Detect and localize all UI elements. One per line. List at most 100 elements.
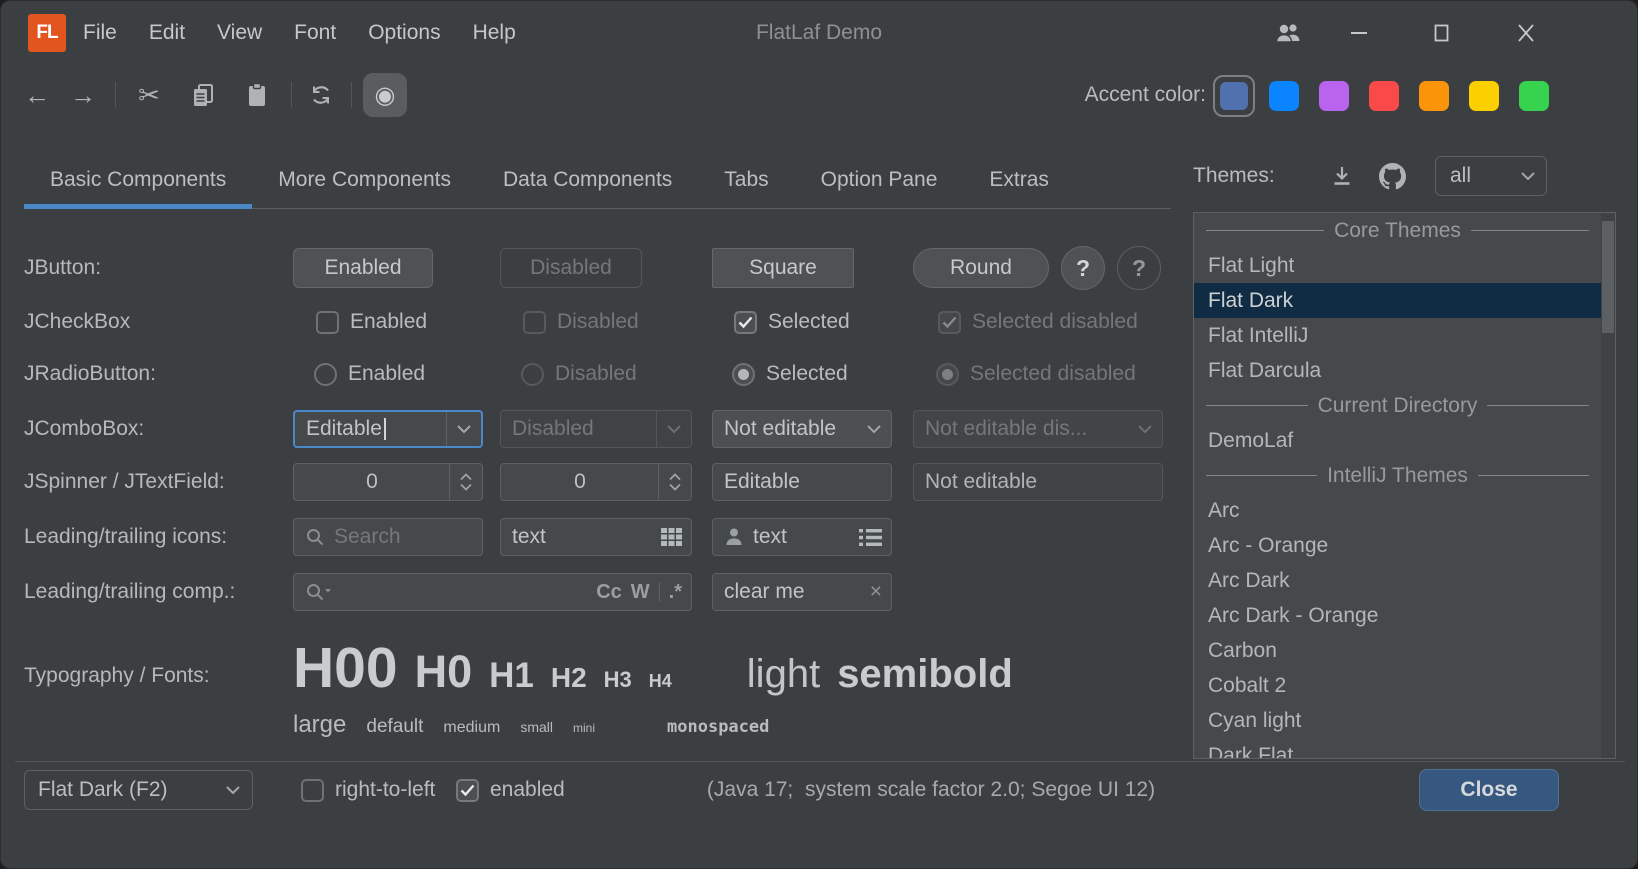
text-field-person-icon[interactable]: text — [712, 518, 892, 556]
spinner-arrows[interactable] — [658, 464, 691, 500]
menu-font[interactable]: Font — [278, 1, 352, 65]
regex-button[interactable]: .* — [669, 581, 682, 604]
radio-label: Enabled — [348, 362, 425, 386]
radio-enabled[interactable]: Enabled — [314, 356, 425, 392]
theme-item[interactable]: Arc - Orange — [1194, 528, 1601, 563]
search-field-with-options[interactable]: Cc W .* — [293, 573, 692, 611]
theme-item[interactable]: Flat Darcula — [1194, 353, 1601, 388]
forward-button[interactable]: → — [61, 71, 105, 119]
spinner-arrows[interactable] — [449, 464, 482, 500]
chevron-down-icon[interactable] — [857, 411, 891, 447]
theme-item[interactable]: Carbon — [1194, 633, 1601, 668]
theme-item[interactable]: Dark Flat — [1194, 738, 1601, 759]
accent-swatch-yellow[interactable] — [1469, 81, 1499, 111]
match-case-button[interactable]: Cc — [596, 581, 622, 604]
text-field-table-icon[interactable]: text — [500, 518, 692, 556]
accent-color-label: Accent color: — [1041, 71, 1206, 119]
theme-item[interactable]: Flat IntelliJ — [1194, 318, 1601, 353]
clear-icon[interactable]: × — [870, 580, 891, 604]
theme-item[interactable]: Flat Light — [1194, 248, 1601, 283]
app-window: FL File Edit View Font Options Help Flat… — [0, 0, 1638, 869]
light-weight-sample: light — [747, 652, 820, 697]
round-button[interactable]: Round — [913, 248, 1049, 288]
accent-swatch-orange[interactable] — [1419, 81, 1449, 111]
themes-list: Core Themes Flat Light Flat Dark Flat In… — [1193, 212, 1616, 759]
spinner-field-1[interactable]: 0 — [293, 463, 483, 501]
theme-item[interactable]: DemoLaf — [1194, 423, 1601, 458]
minimize-button[interactable] — [1341, 15, 1377, 51]
close-button[interactable]: Close — [1419, 769, 1559, 811]
theme-item[interactable]: Arc — [1194, 493, 1601, 528]
tab-basic-components[interactable]: Basic Components — [24, 151, 252, 208]
textfield-value: clear me — [724, 580, 805, 604]
large-sample: large — [293, 711, 346, 739]
h2-sample: H2 — [551, 662, 587, 694]
menu-edit[interactable]: Edit — [133, 1, 201, 65]
scrollbar-thumb[interactable] — [1602, 221, 1614, 333]
search-field[interactable]: Search — [293, 518, 483, 556]
tab-data-components[interactable]: Data Components — [477, 151, 698, 208]
textfield-not-editable: Not editable — [913, 463, 1163, 501]
checkbox-enabled[interactable]: Enabled — [316, 304, 427, 340]
enabled-checkbox[interactable]: enabled — [456, 772, 565, 808]
themes-scrollbar[interactable] — [1601, 213, 1615, 758]
close-window-button[interactable] — [1508, 15, 1544, 51]
menu-file[interactable]: File — [67, 1, 133, 65]
accent-swatch-green[interactable] — [1519, 81, 1549, 111]
tab-tabs[interactable]: Tabs — [698, 151, 794, 208]
spinner-field-2[interactable]: 0 — [500, 463, 692, 501]
menu-view[interactable]: View — [201, 1, 278, 65]
textfield-editable[interactable]: Editable — [712, 463, 892, 501]
clearable-field[interactable]: clear me × — [712, 573, 892, 611]
whole-word-button[interactable]: W — [631, 581, 650, 604]
tab-extras[interactable]: Extras — [963, 151, 1075, 208]
chevron-down-icon — [225, 784, 241, 796]
combobox-not-editable[interactable]: Not editable — [712, 410, 892, 448]
accent-swatch-purple[interactable] — [1319, 81, 1349, 111]
help-button[interactable]: ? — [1061, 246, 1105, 290]
combobox-editable[interactable]: Editable — [293, 410, 483, 448]
h4-sample: H4 — [649, 671, 672, 692]
chevron-down-icon — [1520, 170, 1536, 182]
back-button[interactable]: ← — [15, 71, 59, 119]
tab-option-pane[interactable]: Option Pane — [795, 151, 964, 208]
combobox-value: Not editable dis... — [925, 417, 1087, 441]
laf-selector-combobox[interactable]: Flat Dark (F2) — [24, 770, 253, 810]
tab-more-components[interactable]: More Components — [252, 151, 477, 208]
checkbox-selected-disabled: Selected disabled — [938, 304, 1138, 340]
themes-filter-value: all — [1450, 164, 1471, 188]
show-hidden-toggle[interactable]: ◉ — [363, 73, 407, 117]
checkbox-box — [938, 311, 961, 334]
chevron-down-icon[interactable] — [446, 412, 481, 446]
users-icon[interactable] — [1271, 15, 1307, 51]
radio-circle — [936, 363, 959, 386]
themes-filter-combobox[interactable]: all — [1435, 156, 1547, 196]
theme-item[interactable]: Cobalt 2 — [1194, 668, 1601, 703]
maximize-button[interactable] — [1424, 15, 1460, 51]
radio-circle — [314, 363, 337, 386]
menu-options[interactable]: Options — [352, 1, 456, 65]
theme-item-selected[interactable]: Flat Dark — [1194, 283, 1601, 318]
theme-item[interactable]: Arc Dark — [1194, 563, 1601, 598]
cut-button[interactable]: ✂ — [127, 71, 171, 119]
download-icon[interactable] — [1325, 159, 1359, 193]
theme-item[interactable]: Cyan light — [1194, 703, 1601, 738]
copy-button[interactable] — [181, 71, 225, 119]
radio-disabled: Disabled — [521, 356, 637, 392]
right-to-left-checkbox[interactable]: right-to-left — [301, 772, 435, 808]
person-icon — [724, 527, 744, 547]
checkbox-selected[interactable]: Selected — [734, 304, 850, 340]
enabled-button[interactable]: Enabled — [293, 248, 433, 288]
accent-swatch-red[interactable] — [1369, 81, 1399, 111]
square-button[interactable]: Square — [712, 248, 854, 288]
accent-swatch-default-selected[interactable] — [1213, 75, 1255, 117]
radio-selected[interactable]: Selected — [732, 356, 848, 392]
menu-help[interactable]: Help — [457, 1, 532, 65]
theme-item[interactable]: Arc Dark - Orange — [1194, 598, 1601, 633]
accent-swatch-blue[interactable] — [1269, 81, 1299, 111]
paste-button[interactable] — [235, 71, 279, 119]
radio-label: Selected disabled — [970, 362, 1136, 386]
refresh-button[interactable] — [299, 71, 343, 119]
search-placeholder: Search — [334, 525, 401, 549]
github-icon[interactable] — [1375, 159, 1409, 193]
